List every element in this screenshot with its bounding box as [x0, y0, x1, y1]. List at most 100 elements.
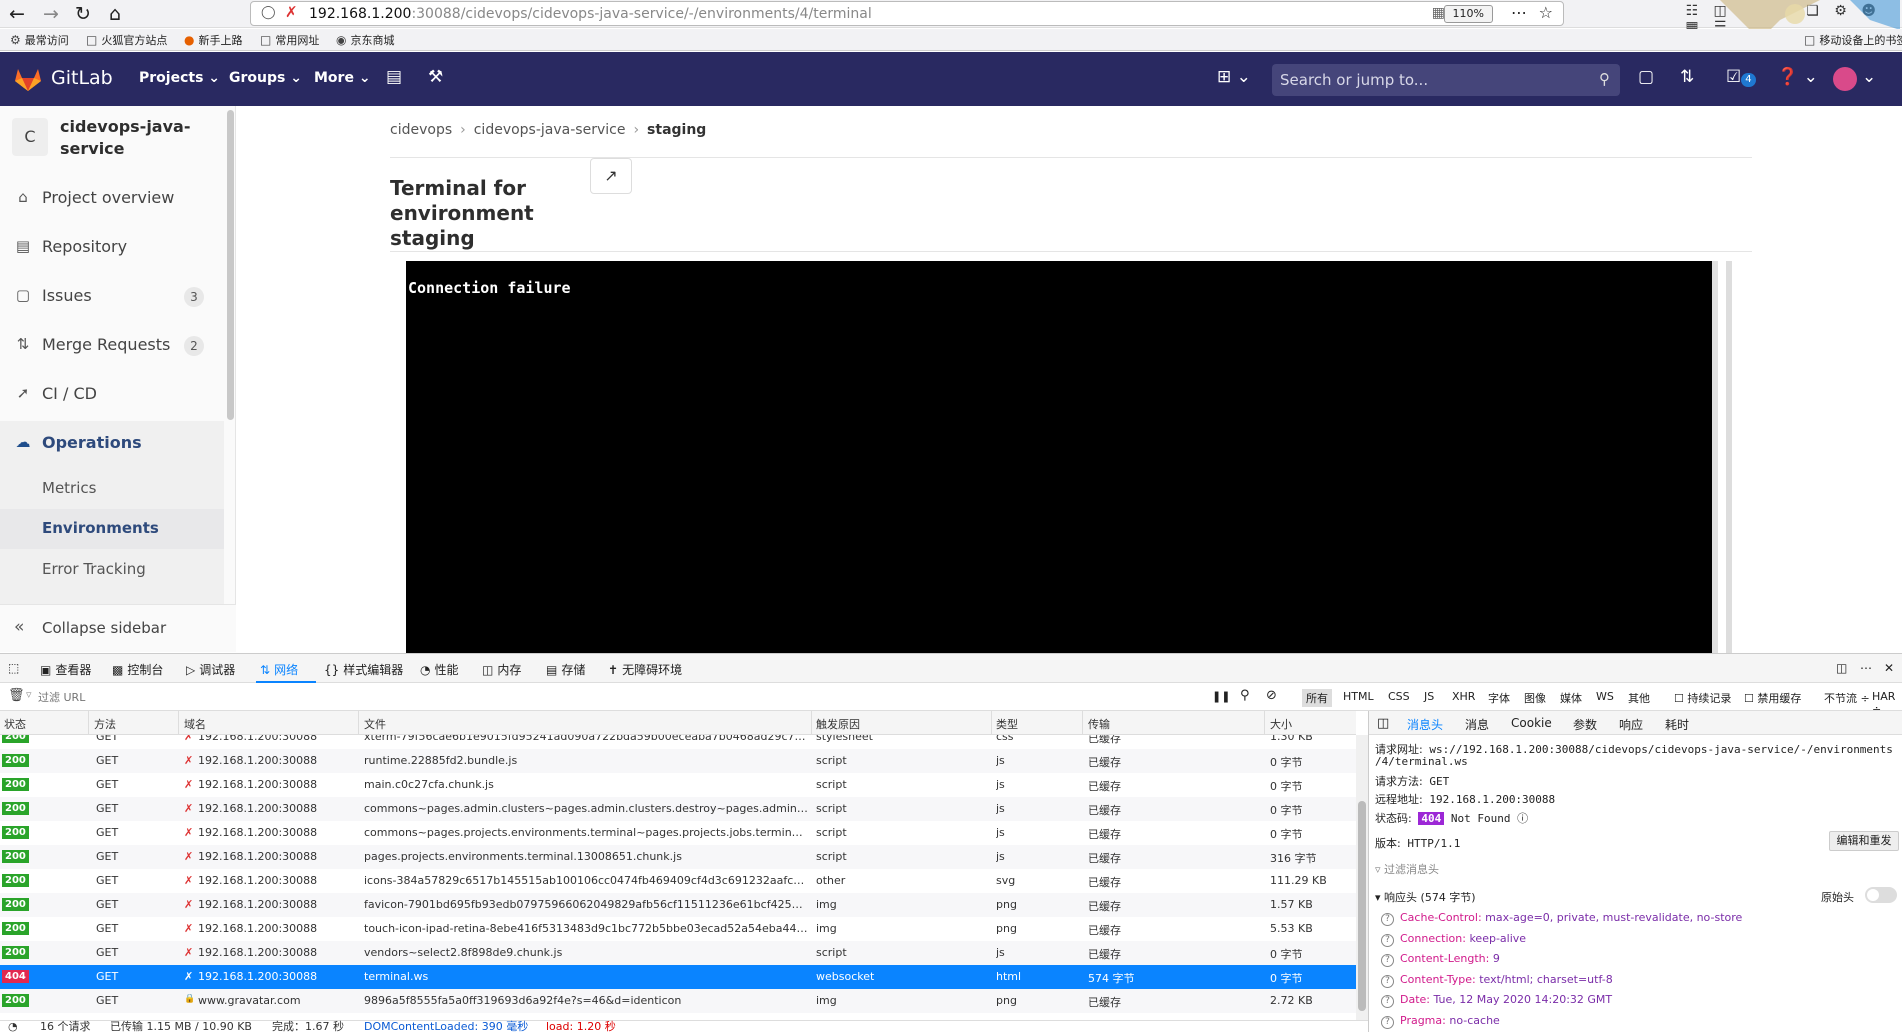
toggle-sidebar-icon[interactable]: ◫ [1377, 716, 1389, 731]
bookmark-star-icon[interactable]: ☆ [1539, 3, 1553, 22]
gitlab-brand[interactable]: GitLab [51, 67, 113, 89]
help-icon[interactable]: ? [1381, 954, 1394, 967]
zoom-level[interactable]: 110% [1443, 5, 1493, 23]
column-method[interactable]: 方法 [94, 716, 116, 732]
more-dots-icon[interactable]: ⋯ [1860, 661, 1872, 675]
dock-icon[interactable]: ◫ [1836, 661, 1847, 675]
column-domain[interactable]: 域名 [184, 716, 206, 732]
sidebar-subitem-metrics[interactable]: Metrics [0, 469, 224, 509]
throttle-select[interactable]: 不节流 ÷ [1824, 690, 1870, 706]
edit-and-resend-button[interactable]: 编辑和重发 [1829, 831, 1899, 851]
sidebar-item-operations[interactable]: ☁ Operations [0, 423, 224, 463]
column-transfer[interactable]: 传输 [1088, 716, 1110, 732]
chevron-down-icon[interactable]: ⌄ [1862, 67, 1876, 87]
response-headers-toggle[interactable]: ▾ 响应头 (574 字节) [1375, 889, 1476, 905]
table-row[interactable]: 200 ✗ GET 192.168.1.200:30088 commons~pages.… [0, 797, 1356, 821]
filter-other[interactable]: 其他 [1628, 690, 1650, 706]
breadcrumb-item-environment[interactable]: staging [647, 122, 706, 138]
bookmark-getting-started[interactable]: ● 新手上路 [184, 32, 242, 48]
scrollbar-thumb[interactable] [1358, 801, 1366, 1011]
url-bar[interactable]: ◯ ✗ 192.168.1.200:30088/cidevops/cidevop… [250, 1, 1564, 26]
terminal-window[interactable]: Connection failure [406, 261, 1718, 653]
sidebar-item-ci-cd[interactable]: ➚ CI / CD [0, 374, 224, 414]
url-text[interactable]: 192.168.1.200:30088/cidevops/cidevops-ja… [309, 6, 872, 22]
table-row[interactable]: 200 ✗ GET 192.168.1.200:30088 favicon-7901bd… [0, 893, 1356, 917]
filter-all[interactable]: 所有 [1302, 689, 1332, 707]
bookmark-firefox-official[interactable]: □ 火狐官方站点 [86, 32, 167, 48]
issues-icon[interactable]: ▢ [1638, 67, 1654, 87]
response-header-item[interactable]: ? Cache-Control: max-age=0, private, must… [1381, 911, 1742, 926]
response-header-item[interactable]: ? Date: Tue, 12 May 2020 14:20:32 GMT [1381, 993, 1612, 1008]
project-avatar[interactable]: C [12, 118, 48, 156]
tab-performance[interactable]: ◔ 性能 [420, 661, 459, 678]
sidebar-scrollbar[interactable] [227, 110, 234, 420]
table-row[interactable]: 200 ✗ GET 192.168.1.200:30088 pages.projects… [0, 845, 1356, 869]
table-row[interactable]: 200 ✗ GET 192.168.1.200:30088 icons-384a5782… [0, 869, 1356, 893]
nav-more[interactable]: More ⌄ [314, 70, 371, 86]
gitlab-logo-icon[interactable] [14, 66, 42, 92]
help-icon[interactable]: ? [1381, 913, 1394, 926]
tab-style-editor[interactable]: {} 样式编辑器 [324, 661, 403, 678]
detail-tab-response[interactable]: 响应 [1619, 716, 1643, 733]
close-icon[interactable]: ✕ [1884, 661, 1894, 675]
raw-headers-toggle[interactable] [1865, 887, 1897, 903]
insecure-lock-icon[interactable]: ✗ [285, 3, 298, 21]
filter-fonts[interactable]: 字体 [1488, 690, 1510, 706]
breadcrumb-item-project[interactable]: cidevops-java-service [474, 122, 626, 138]
tab-accessibility[interactable]: ✝ 无障碍环境 [608, 661, 682, 678]
reload-icon[interactable]: ↻ [72, 3, 94, 25]
forward-arrow-icon[interactable]: → [40, 3, 62, 25]
bookmark-most-visited[interactable]: ⚙ 最常访问 [10, 32, 69, 48]
shield-icon[interactable]: ◯ [261, 5, 276, 20]
pause-icon[interactable]: ❚❚ [1212, 690, 1230, 703]
search-box[interactable]: ⚲ [1272, 64, 1620, 96]
detail-tab-timings[interactable]: 耗时 [1665, 716, 1689, 733]
table-row[interactable]: 404 ✗ GET 192.168.1.200:30088 terminal.ws web… [0, 965, 1356, 989]
chart-icon[interactable]: ▤ [386, 67, 402, 87]
nav-groups[interactable]: Groups ⌄ [229, 70, 302, 86]
sidebar-item-project-overview[interactable]: ⌂ Project overview [0, 178, 224, 218]
tab-memory[interactable]: ◫ 内存 [482, 661, 521, 678]
tab-inspector[interactable]: ▣ 查看器 [40, 661, 91, 678]
response-header-item[interactable]: ? Content-Type: text/html; charset=utf-8 [1381, 973, 1613, 988]
table-row[interactable]: 200 ✗ GET 192.168.1.200:30088 xterm-79f56cae… [0, 735, 1356, 749]
detail-tab-params[interactable]: 参数 [1573, 716, 1597, 733]
home-icon[interactable]: ⌂ [104, 3, 126, 25]
column-size[interactable]: 大小 [1270, 716, 1292, 732]
help-icon[interactable]: ? [1381, 974, 1394, 988]
search-input[interactable] [1272, 64, 1572, 96]
persist-logs-checkbox[interactable]: ☐ 持续记录 [1674, 690, 1731, 706]
block-icon[interactable]: ⊘ [1266, 688, 1277, 703]
column-cause[interactable]: 触发原因 [816, 716, 860, 732]
table-row[interactable]: 200 ✗ GET 192.168.1.200:30088 vendors~select… [0, 941, 1356, 965]
sidebar-item-repository[interactable]: ▤ Repository [0, 227, 224, 267]
user-avatar[interactable] [1833, 67, 1857, 91]
search-icon[interactable]: ⚲ [1599, 70, 1610, 88]
filter-images[interactable]: 图像 [1524, 690, 1546, 706]
tab-storage[interactable]: ▤ 存储 [546, 661, 585, 678]
sidebar-subitem-error-tracking[interactable]: Error Tracking [0, 550, 224, 590]
back-arrow-icon[interactable]: ← [6, 3, 28, 25]
bookmark-common-sites[interactable]: □ 常用网址 [260, 32, 319, 48]
project-name[interactable]: cidevops-java-service [60, 116, 200, 160]
sidebar-item-merge-requests[interactable]: ⇅ Merge Requests 2 [0, 325, 224, 365]
trash-icon[interactable]: 🗑 [8, 688, 25, 703]
filter-xhr[interactable]: XHR [1452, 690, 1475, 703]
sidebar-subitem-environments[interactable]: Environments [0, 509, 224, 549]
page-scrollbar[interactable] [1726, 261, 1732, 653]
pick-element-icon[interactable]: ⬚ [8, 661, 19, 675]
bookmark-mobile[interactable]: □ 移动设备上的书签 [1804, 32, 1902, 48]
bookmark-jd[interactable]: ◉ 京东商城 [336, 32, 394, 48]
help-icon[interactable]: ⓘ [1517, 812, 1528, 825]
request-list-scrollbar[interactable] [1356, 735, 1368, 1025]
sidebar-item-issues[interactable]: ▢ Issues 3 [0, 276, 224, 316]
performance-icon[interactable]: ◔ [8, 1021, 18, 1033]
filter-js[interactable]: JS [1424, 690, 1434, 703]
tab-console[interactable]: ▩ 控制台 [112, 661, 163, 678]
disable-cache-checkbox[interactable]: ☐ 禁用缓存 [1744, 690, 1801, 706]
tab-debugger[interactable]: ▷ 调试器 [186, 661, 235, 678]
column-file[interactable]: 文件 [364, 716, 386, 732]
help-icon[interactable]: ? [1381, 1015, 1394, 1029]
table-row[interactable]: 200 ✗ GET 192.168.1.200:30088 commons~pages.… [0, 821, 1356, 845]
more-dots-icon[interactable]: ⋯ [1511, 3, 1527, 22]
